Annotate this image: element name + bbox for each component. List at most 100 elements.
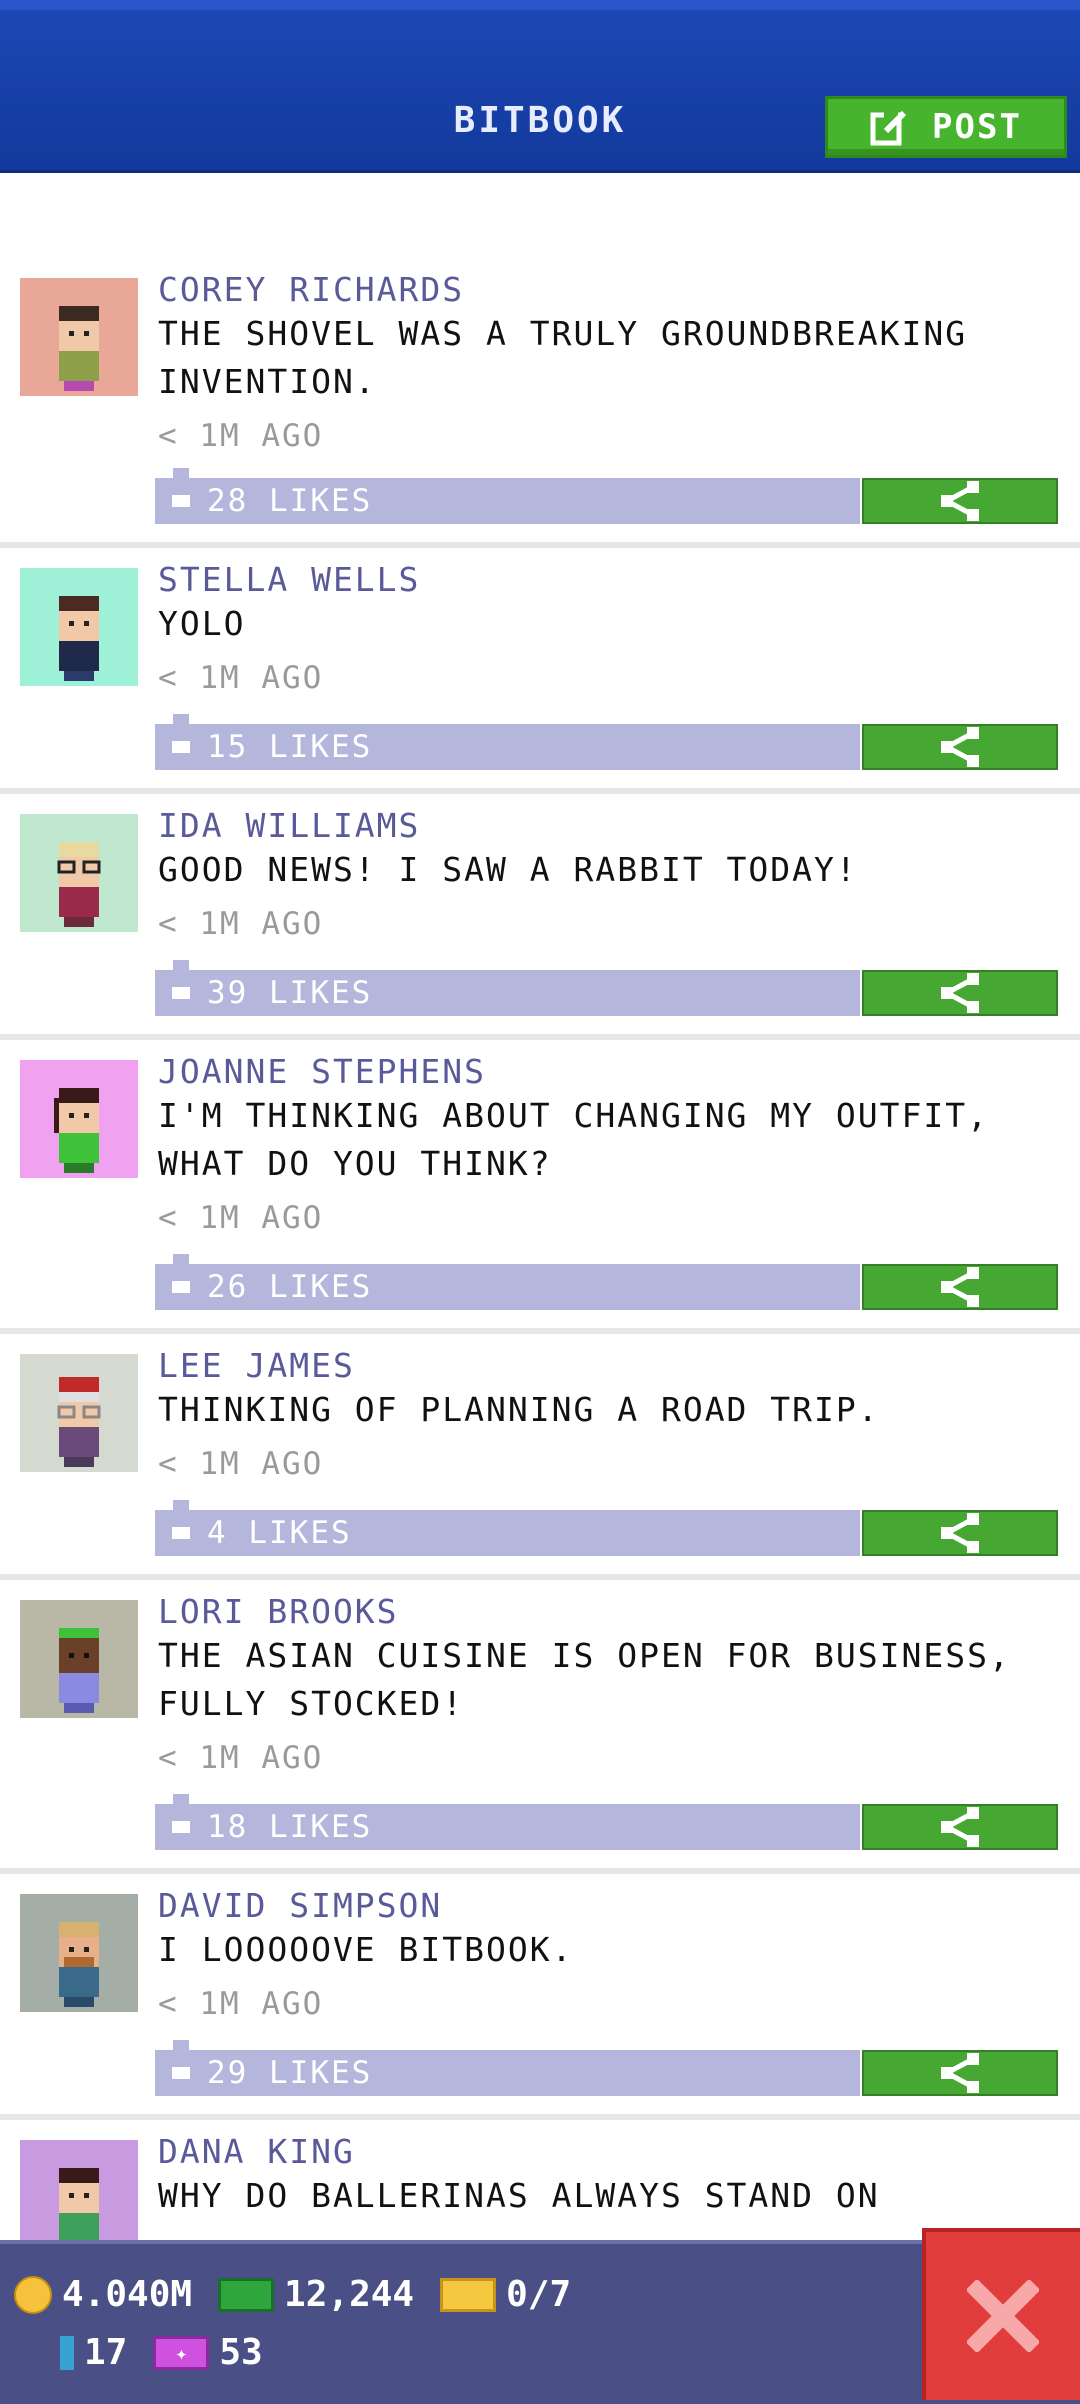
feed-post: LEE JAMES THINKING OF PLANNING A ROAD TR…: [0, 1334, 1080, 1580]
thumbs-up-icon: [172, 1821, 190, 1833]
bitbook-feed[interactable]: COREY RICHARDS THE SHOVEL WAS A TRULY GR…: [0, 170, 1080, 2240]
close-button[interactable]: [922, 2228, 1080, 2400]
app-header: BITBOOK POST: [0, 0, 1080, 173]
tickets-value: 0/7: [506, 2274, 572, 2315]
thumbs-up-icon: [172, 2067, 190, 2079]
hud-row-top: 4.040M 12,244 0/7: [14, 2274, 571, 2315]
hud-row-bottom: 17 ✦ 53: [60, 2332, 263, 2373]
avatar: [20, 1894, 138, 2012]
post-author[interactable]: JOANNE STEPHENS: [158, 1052, 486, 1091]
likes-count: 29 LIKES: [207, 2055, 373, 2091]
share-icon: [941, 1513, 979, 1553]
bux-icon: [218, 2277, 275, 2312]
post-author[interactable]: LORI BROOKS: [158, 1592, 399, 1631]
share-button[interactable]: [862, 1264, 1058, 1310]
thumbs-up-icon: [172, 1527, 190, 1539]
gem-icon: [60, 2335, 74, 2370]
avatar-icon: [54, 1088, 99, 1173]
likes-count: 18 LIKES: [207, 1809, 373, 1845]
avatar: [20, 2140, 138, 2240]
share-button[interactable]: [862, 970, 1058, 1016]
post-message: THE SHOVEL WAS A TRULY GROUNDBREAKING IN…: [158, 314, 968, 401]
post-time: < 1M AGO: [158, 1986, 324, 2022]
post-button-label: POST: [932, 107, 1022, 147]
post-author[interactable]: COREY RICHARDS: [158, 270, 464, 309]
share-button[interactable]: [862, 478, 1058, 524]
vip-icon: ✦: [153, 2335, 210, 2370]
share-icon: [941, 1807, 979, 1847]
post-author[interactable]: LEE JAMES: [158, 1346, 355, 1385]
post-author[interactable]: DAVID SIMPSON: [158, 1886, 442, 1925]
like-button[interactable]: 29 LIKES: [155, 2040, 860, 2096]
like-button[interactable]: 18 LIKES: [155, 1794, 860, 1850]
post-message: YOLO: [158, 604, 246, 643]
likes-count: 15 LIKES: [207, 729, 373, 765]
post-time: < 1M AGO: [158, 418, 324, 454]
avatar: [20, 1354, 138, 1472]
avatar: [20, 568, 138, 686]
post-message: THE ASIAN CUISINE IS OPEN FOR BUSINESS, …: [158, 1636, 1011, 1723]
avatar-icon: [59, 596, 99, 681]
like-tab: [173, 1500, 189, 1510]
close-icon: [967, 2280, 1039, 2352]
post-time: < 1M AGO: [158, 906, 324, 942]
thumbs-up-icon: [172, 741, 190, 753]
avatar-icon: [59, 306, 99, 391]
like-button[interactable]: 15 LIKES: [155, 714, 860, 770]
post-message: THINKING OF PLANNING A ROAD TRIP.: [158, 1390, 880, 1429]
feed-post: LORI BROOKS THE ASIAN CUISINE IS OPEN FO…: [0, 1580, 1080, 1874]
avatar: [20, 1600, 138, 1718]
like-button[interactable]: 26 LIKES: [155, 1254, 860, 1310]
like-tab: [173, 468, 189, 478]
currency-hud: 4.040M 12,244 0/7 17 ✦ 53: [0, 2240, 1080, 2404]
coins-value: 4.040M: [62, 2274, 193, 2315]
share-button[interactable]: [862, 724, 1058, 770]
avatar-icon: [59, 1922, 99, 2007]
thumbs-up-icon: [172, 495, 190, 507]
post-time: < 1M AGO: [158, 1200, 324, 1236]
avatar-icon: [59, 1628, 99, 1713]
like-tab: [173, 714, 189, 724]
post-author[interactable]: IDA WILLIAMS: [158, 806, 420, 845]
feed-post: STELLA WELLS YOLO < 1M AGO 15 LIKES: [0, 548, 1080, 794]
avatar-icon: [59, 2168, 99, 2240]
avatar-icon: [57, 1377, 101, 1467]
like-button[interactable]: 39 LIKES: [155, 960, 860, 1016]
post-message: WHY DO BALLERINAS ALWAYS STAND ON: [158, 2176, 880, 2215]
share-icon: [941, 2053, 979, 2093]
likes-count: 26 LIKES: [207, 1269, 373, 1305]
feed-post: DANA KING WHY DO BALLERINAS ALWAYS STAND…: [0, 2120, 1080, 2240]
coin-icon: [14, 2275, 52, 2314]
avatar-icon: [57, 842, 101, 927]
like-tab: [173, 1254, 189, 1264]
likes-count: 39 LIKES: [207, 975, 373, 1011]
post-time: < 1M AGO: [158, 660, 324, 696]
likes-count: 28 LIKES: [207, 483, 373, 519]
share-icon: [941, 973, 979, 1013]
post-time: < 1M AGO: [158, 1740, 324, 1776]
post-button[interactable]: POST: [825, 96, 1067, 158]
share-button[interactable]: [862, 2050, 1058, 2096]
feed-post: IDA WILLIAMS GOOD NEWS! I SAW A RABBIT T…: [0, 794, 1080, 1040]
share-button[interactable]: [862, 1804, 1058, 1850]
like-tab: [173, 2040, 189, 2050]
feed-post: DAVID SIMPSON I LOOOOOVE BITBOOK. < 1M A…: [0, 1874, 1080, 2120]
post-message: I'M THINKING ABOUT CHANGING MY OUTFIT, W…: [158, 1096, 989, 1183]
avatar: [20, 278, 138, 396]
like-button[interactable]: 4 LIKES: [155, 1500, 860, 1556]
edit-icon: [870, 109, 907, 146]
post-author[interactable]: STELLA WELLS: [158, 560, 420, 599]
thumbs-up-icon: [172, 987, 190, 999]
like-tab: [173, 1794, 189, 1804]
share-icon: [941, 481, 979, 521]
bux-value: 12,244: [284, 2274, 415, 2315]
thumbs-up-icon: [172, 1281, 190, 1293]
feed-post: COREY RICHARDS THE SHOVEL WAS A TRULY GR…: [0, 270, 1080, 548]
avatar: [20, 814, 138, 932]
post-message: GOOD NEWS! I SAW A RABBIT TODAY!: [158, 850, 858, 889]
post-author[interactable]: DANA KING: [158, 2132, 355, 2171]
ticket-icon: [440, 2277, 497, 2312]
share-button[interactable]: [862, 1510, 1058, 1556]
like-button[interactable]: 28 LIKES: [155, 468, 860, 524]
avatar: [20, 1060, 138, 1178]
